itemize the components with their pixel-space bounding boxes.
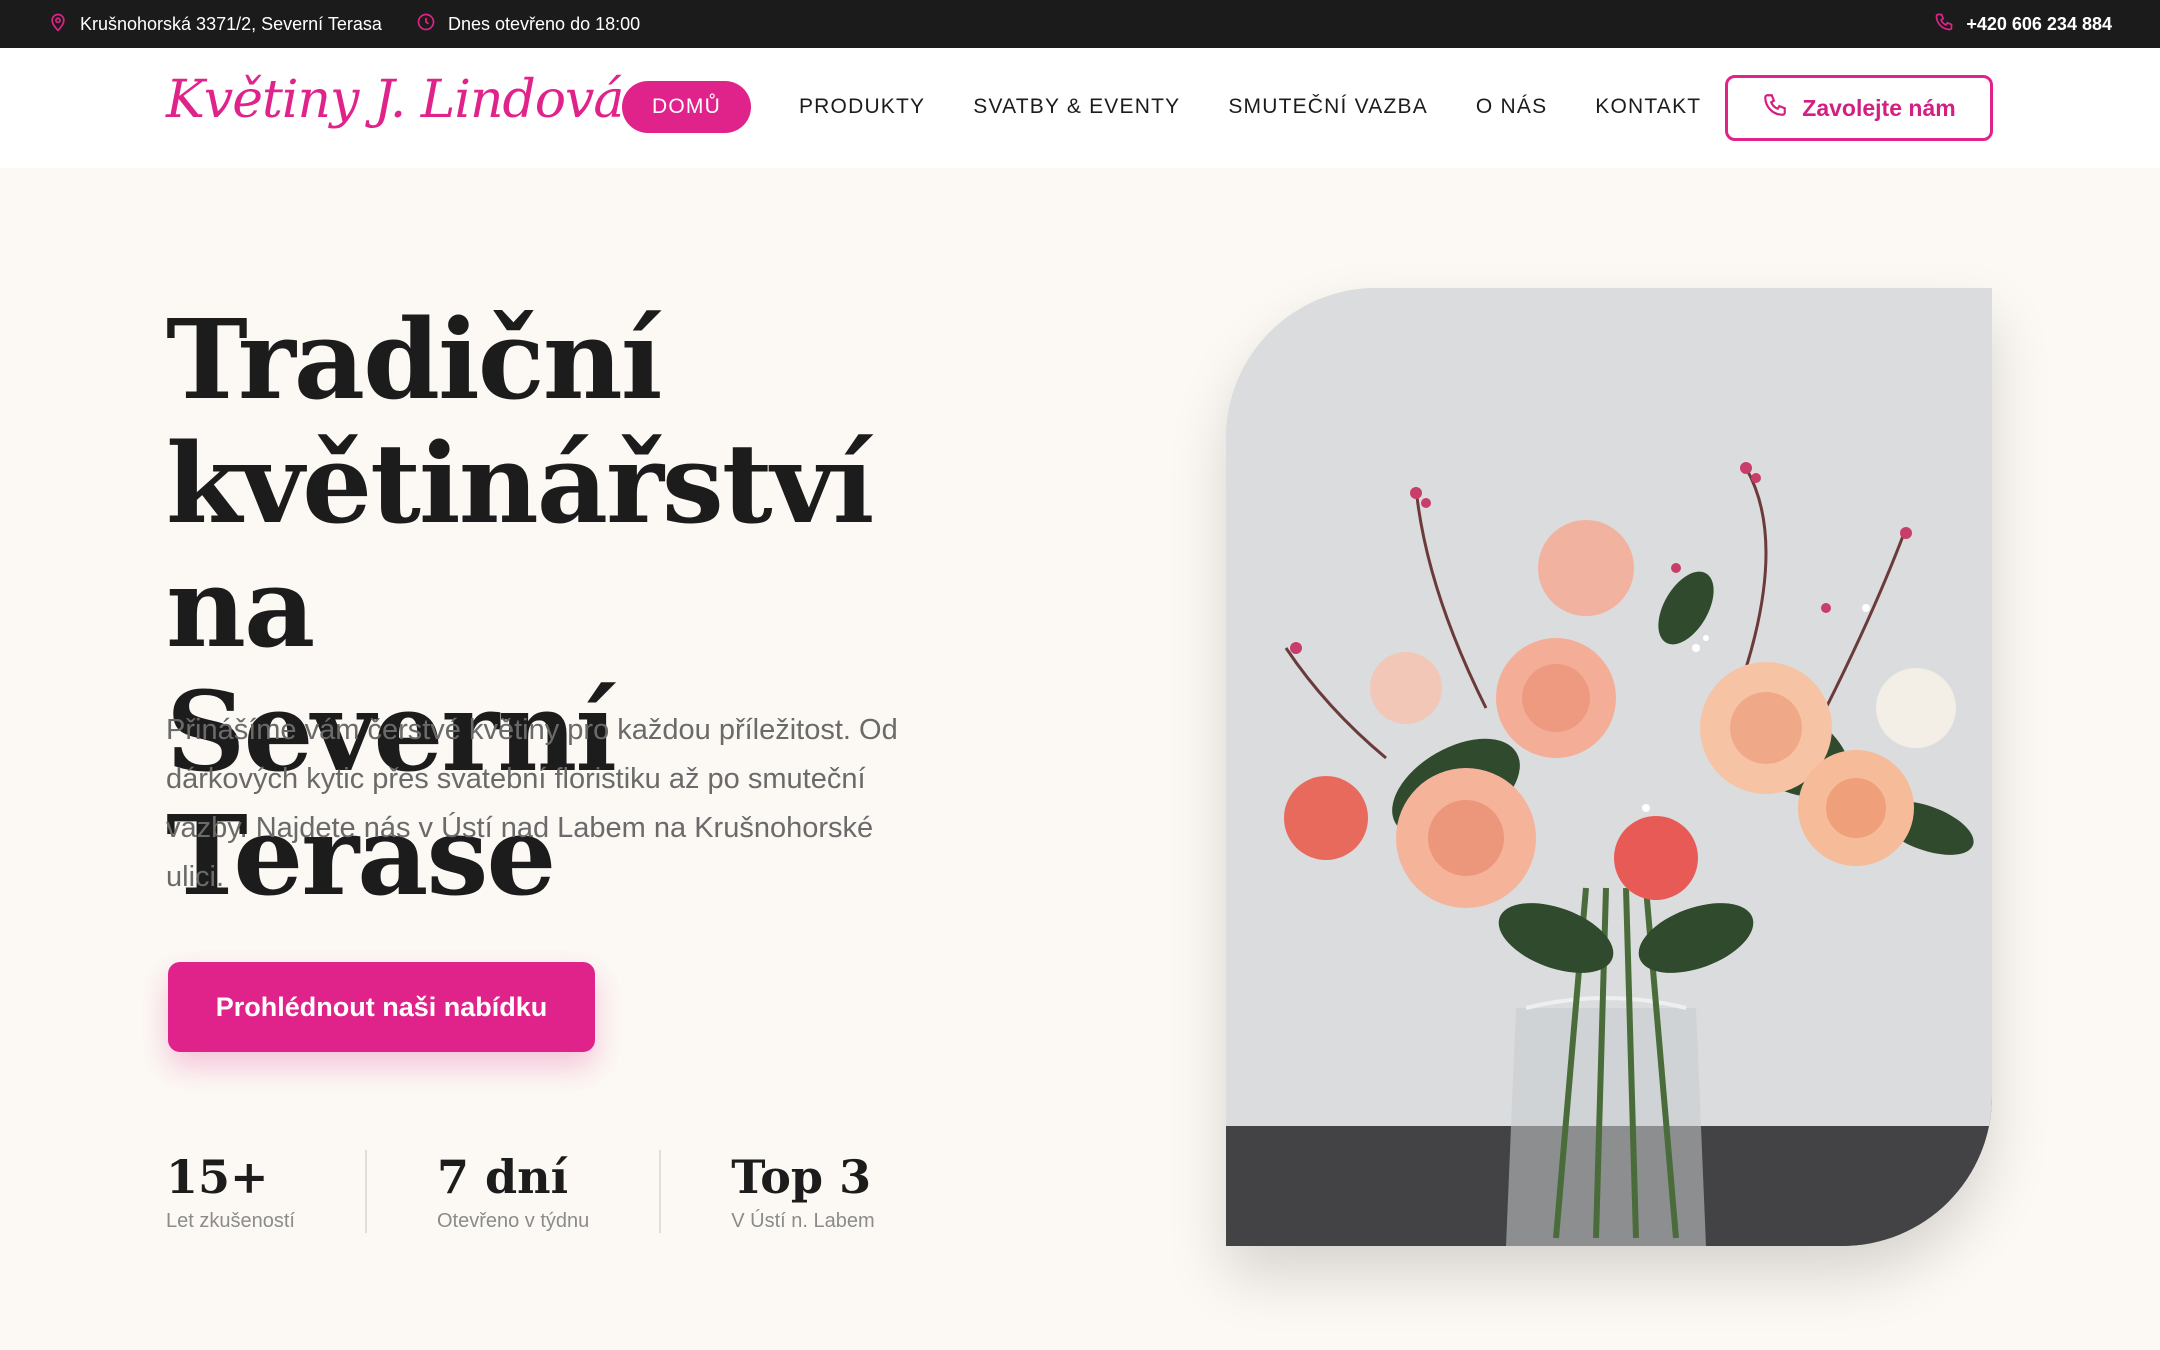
clock-icon: [416, 12, 436, 37]
headline-line: květinářství na: [166, 419, 874, 672]
address-text: Krušnohorská 3371/2, Severní Terasa: [80, 13, 382, 34]
phone-number[interactable]: +420 606 234 884: [1966, 14, 2112, 35]
opening-hours-info: Dnes otevřeno do 18:00: [416, 0, 640, 48]
call-us-label: Zavolejte nám: [1802, 94, 1956, 121]
stat-value: 7 dní: [436, 1150, 569, 1204]
nav-item-products[interactable]: PRODUKTY: [799, 95, 925, 119]
phone-info[interactable]: +420 606 234 884: [1934, 0, 2112, 48]
hero-description: Přinášíme vám čerstvé květiny pro každou…: [166, 714, 898, 893]
bouquet-image: [1226, 288, 1992, 1246]
top-info-bar: Krušnohorská 3371/2, Severní Terasa Dnes…: [0, 0, 2160, 48]
stat-label: Otevřeno v týdnu: [436, 1210, 590, 1232]
stat-value: Top 3: [731, 1150, 872, 1204]
bouquet-illustration: [1226, 288, 1992, 1246]
hours-text: Dnes otevřeno do 18:00: [448, 13, 641, 34]
stat-open-days: 7 dní Otevřeno v týdnu: [364, 1150, 659, 1233]
nav-item-weddings-events[interactable]: SVATBY & EVENTY: [973, 95, 1180, 119]
stat-value: 15+: [166, 1150, 269, 1204]
location-pin-icon: [48, 12, 68, 37]
stats-row: 15+ Let zkušeností 7 dní Otevřeno v týdn…: [166, 1150, 945, 1233]
logo[interactable]: Květiny J. Lindová: [166, 70, 624, 130]
nav-item-funeral[interactable]: SMUTEČNÍ VAZBA: [1228, 95, 1428, 119]
nav-item-home[interactable]: DOMŮ: [622, 81, 751, 133]
phone-icon: [1762, 92, 1788, 124]
headline-line: Tradiční: [166, 295, 663, 424]
stat-experience: 15+ Let zkušeností: [166, 1150, 365, 1233]
site-header: Květiny J. Lindová DOMŮ PRODUKTY SVATBY …: [0, 48, 2160, 168]
nav-item-contact[interactable]: KONTAKT: [1595, 95, 1701, 119]
call-us-button[interactable]: Zavolejte nám: [1725, 75, 1993, 141]
phone-icon: [1934, 12, 1954, 37]
stat-label: V Ústí n. Labem: [731, 1210, 875, 1232]
nav-item-about[interactable]: O NÁS: [1476, 95, 1547, 119]
stat-ranking: Top 3 V Ústí n. Labem: [659, 1150, 944, 1233]
browse-offer-button[interactable]: Prohlédnout naši nabídku: [168, 962, 595, 1052]
main-nav: DOMŮ PRODUKTY SVATBY & EVENTY SMUTEČNÍ V…: [622, 81, 1749, 133]
stat-label: Let zkušeností: [166, 1210, 295, 1232]
address-info: Krušnohorská 3371/2, Severní Terasa: [48, 0, 382, 48]
